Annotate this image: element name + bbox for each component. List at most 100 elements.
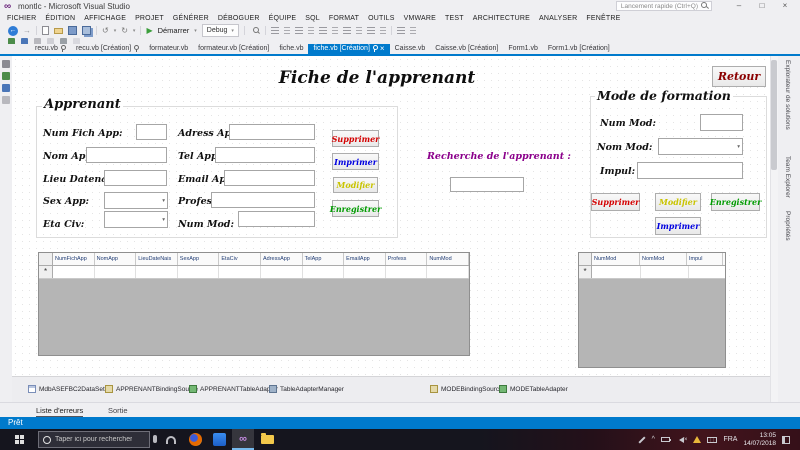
num-fich-app-input[interactable] <box>136 124 167 140</box>
make-same-width-icon[interactable] <box>343 27 351 34</box>
sidebar-tab-solution-explorer[interactable]: Explorateur de solutions <box>784 60 791 130</box>
taskbar-app-headset[interactable] <box>160 429 182 450</box>
quick-launch-input[interactable]: Lancement rapide (Ctrl+Q) <box>616 1 712 11</box>
tel-app-input[interactable] <box>215 147 315 163</box>
minimize-button[interactable]: – <box>730 0 748 12</box>
pen-icon[interactable] <box>638 436 645 443</box>
menu-item-3[interactable]: PROJET <box>135 15 164 22</box>
close-button[interactable]: × <box>776 0 794 12</box>
column-header[interactable]: TelApp <box>303 253 345 265</box>
microphone-icon[interactable] <box>153 435 157 443</box>
column-header[interactable]: NumFichApp <box>53 253 95 265</box>
save-all-icon[interactable] <box>82 26 91 35</box>
column-header[interactable]: AdressApp <box>261 253 303 265</box>
tab-form1-vb[interactable]: Form1.vb <box>503 44 543 54</box>
menu-item-8[interactable]: FORMAT <box>329 15 359 22</box>
taskbar-app-visual-studio[interactable]: ∞ <box>232 429 254 450</box>
adress-app-input[interactable] <box>229 124 315 140</box>
num-mod-input[interactable] <box>238 211 315 227</box>
taskbar-app-explorer[interactable] <box>256 429 278 450</box>
new-file-icon[interactable] <box>42 26 49 35</box>
tab-formateur-vb[interactable]: formateur.vb <box>144 44 193 54</box>
align-top-icon[interactable] <box>308 27 314 34</box>
menu-item-4[interactable]: GÉNÉRER <box>173 15 209 22</box>
tray-item-apprenant-bindingsource[interactable]: APPRENANTBindingSource <box>105 385 198 393</box>
menu-item-0[interactable]: FICHIER <box>7 15 36 22</box>
redo-dropdown-icon[interactable]: ▾ <box>133 28 136 34</box>
tab-recu-vb[interactable]: recu.vb <box>30 44 71 54</box>
nom-app-input[interactable] <box>86 147 167 163</box>
grid-new-row[interactable]: * <box>579 266 725 279</box>
mode-num-mod-input[interactable] <box>700 114 743 131</box>
column-header[interactable]: Impul <box>687 253 723 265</box>
apprenant-supprimer-button[interactable]: Supprimer <box>332 130 379 147</box>
taskbar-app-blue[interactable] <box>208 429 230 450</box>
tab-liste-erreurs[interactable]: Liste d'erreurs <box>36 406 83 417</box>
mode-nom-mod-combobox[interactable]: ▾ <box>658 138 743 155</box>
battery-icon[interactable] <box>661 437 670 442</box>
apprenant-imprimer-button[interactable]: Imprimer <box>332 153 379 170</box>
start-button[interactable] <box>0 429 38 450</box>
tab-form1-vb-creation[interactable]: Form1.vb [Création] <box>543 44 615 54</box>
column-header[interactable]: Profess <box>386 253 428 265</box>
lieu-datenaiss-input[interactable] <box>104 170 167 186</box>
column-header[interactable]: NumMod <box>592 253 640 265</box>
row-selector-header[interactable] <box>39 253 53 265</box>
column-header[interactable]: SexApp <box>178 253 220 265</box>
tray-item-mode-bindingsource[interactable]: MODEBindingSource <box>430 385 503 393</box>
profess-input[interactable] <box>211 192 315 208</box>
column-header[interactable]: NomApp <box>95 253 137 265</box>
data-sources-icon[interactable] <box>2 72 10 80</box>
action-center-icon[interactable] <box>782 436 790 444</box>
mode-impul-input[interactable] <box>637 162 743 179</box>
tab-caisse-vb[interactable]: Caisse.vb <box>390 44 431 54</box>
apprenant-enregistrer-button[interactable]: Enregistrer <box>332 200 379 217</box>
sidebar-tab-properties[interactable]: Propriétés <box>784 211 791 241</box>
start-debug-icon[interactable]: ▶ <box>146 26 152 36</box>
navigate-forward-icon[interactable]: → <box>23 26 31 36</box>
menu-item-14[interactable]: FENÊTRE <box>586 15 620 22</box>
retour-button[interactable]: Retour <box>712 66 766 87</box>
mode-modifier-button[interactable]: Modifier <box>655 193 701 211</box>
taskbar-app-browser[interactable] <box>184 429 206 450</box>
pin-icon[interactable] <box>372 45 378 53</box>
menu-item-11[interactable]: TEST <box>445 15 464 22</box>
save-icon[interactable] <box>68 26 77 35</box>
open-file-icon[interactable] <box>54 28 63 34</box>
align-left-icon[interactable] <box>271 27 279 34</box>
tab-fiche-vb[interactable]: fiche.vb <box>274 44 308 54</box>
start-dropdown-icon[interactable]: ▾ <box>194 28 197 34</box>
align-center-icon[interactable] <box>284 27 290 34</box>
tab-fiche-vb-creation-active[interactable]: fiche.vb [Création] × <box>308 44 389 54</box>
menu-item-7[interactable]: SQL <box>305 15 320 22</box>
grid-new-row[interactable]: * <box>39 266 469 279</box>
start-debug-label[interactable]: Démarrer <box>158 26 190 35</box>
restore-button[interactable]: □ <box>753 0 771 12</box>
tray-item-mode-tableadapter[interactable]: MODETableAdapter <box>499 385 568 393</box>
recherche-apprenant-input[interactable] <box>450 177 524 192</box>
column-header[interactable]: NomMod <box>640 253 687 265</box>
close-tab-icon[interactable]: × <box>380 45 385 53</box>
menu-item-6[interactable]: ÉQUIPE <box>269 15 297 22</box>
column-header[interactable]: EtaCiv <box>219 253 261 265</box>
undo-icon[interactable]: ↺ <box>102 26 109 36</box>
menu-item-9[interactable]: OUTILS <box>368 15 394 22</box>
redo-icon[interactable]: ↻ <box>121 26 128 36</box>
menu-item-1[interactable]: ÉDITION <box>45 15 75 22</box>
email-app-input[interactable] <box>224 170 315 186</box>
eta-civ-combobox[interactable]: ▾ <box>104 211 168 228</box>
tray-item-tableadapter-manager[interactable]: TableAdapterManager <box>269 385 344 393</box>
column-header[interactable]: LieuDateNais <box>136 253 178 265</box>
menu-item-12[interactable]: ARCHITECTURE <box>473 15 530 22</box>
column-header[interactable]: EmailApp <box>344 253 386 265</box>
undo-dropdown-icon[interactable]: ▾ <box>114 28 117 34</box>
apprenant-modifier-button[interactable]: Modifier <box>333 177 378 193</box>
menu-item-5[interactable]: DÉBOGUER <box>218 15 260 22</box>
send-to-back-icon[interactable] <box>410 27 416 34</box>
mode-imprimer-button[interactable]: Imprimer <box>655 217 701 235</box>
align-middle-icon[interactable] <box>319 27 327 34</box>
horizontal-spacing-icon[interactable] <box>367 27 375 34</box>
solution-configuration-select[interactable]: Debug ▾ <box>202 24 239 37</box>
mode-enregistrer-button[interactable]: Enregistrer <box>711 193 760 211</box>
scrollbar-thumb[interactable] <box>771 60 777 170</box>
